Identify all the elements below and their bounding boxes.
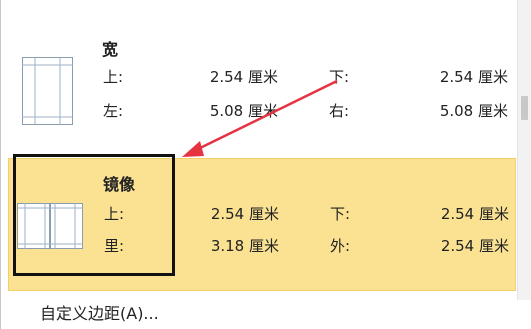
annotation-arrow-icon: [182, 79, 338, 157]
scrollbar[interactable]: [517, 0, 531, 300]
custom-margins-menu-item[interactable]: 自定义边距(A)...: [40, 300, 159, 324]
margins-gallery: 宽 上: 2.54 厘米 下: 2.54 厘米 左: 5.08 厘米 右: 5.…: [0, 0, 531, 329]
scrollbar-thumb[interactable]: [521, 96, 528, 120]
